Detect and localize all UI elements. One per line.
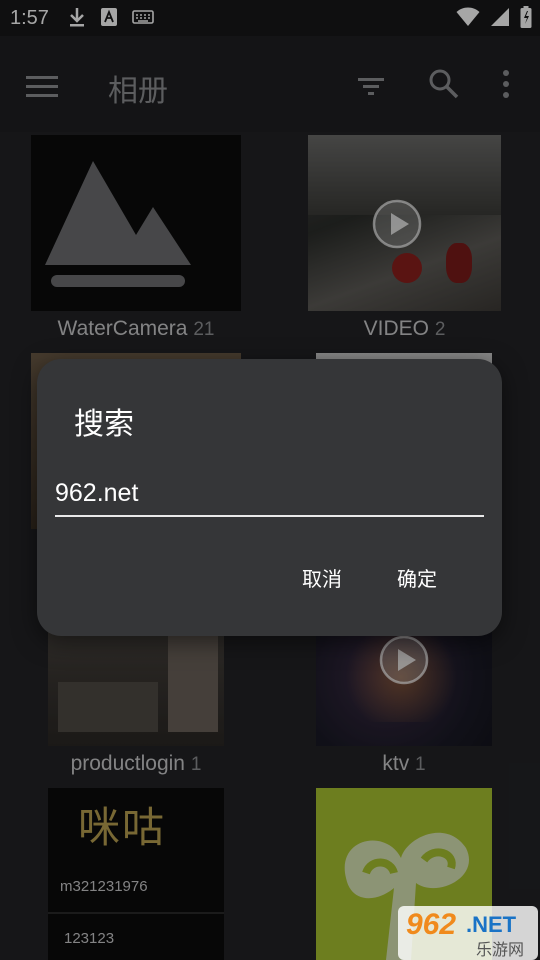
ok-button[interactable]: 确定 xyxy=(397,563,437,592)
watermark-brand: 962 xyxy=(406,908,457,941)
watermark-net: .NET xyxy=(466,912,517,937)
search-input-value: 962.net xyxy=(55,479,139,507)
search-input[interactable]: 962.net xyxy=(55,477,484,517)
watermark-site: 乐游网 xyxy=(476,942,525,959)
watermark-logo: 962 .NET 乐游网 xyxy=(398,906,538,960)
dialog-title: 搜索 xyxy=(74,408,134,441)
cancel-button[interactable]: 取消 xyxy=(302,563,342,592)
search-dialog: 搜索 962.net 取消 确定 xyxy=(37,359,502,636)
